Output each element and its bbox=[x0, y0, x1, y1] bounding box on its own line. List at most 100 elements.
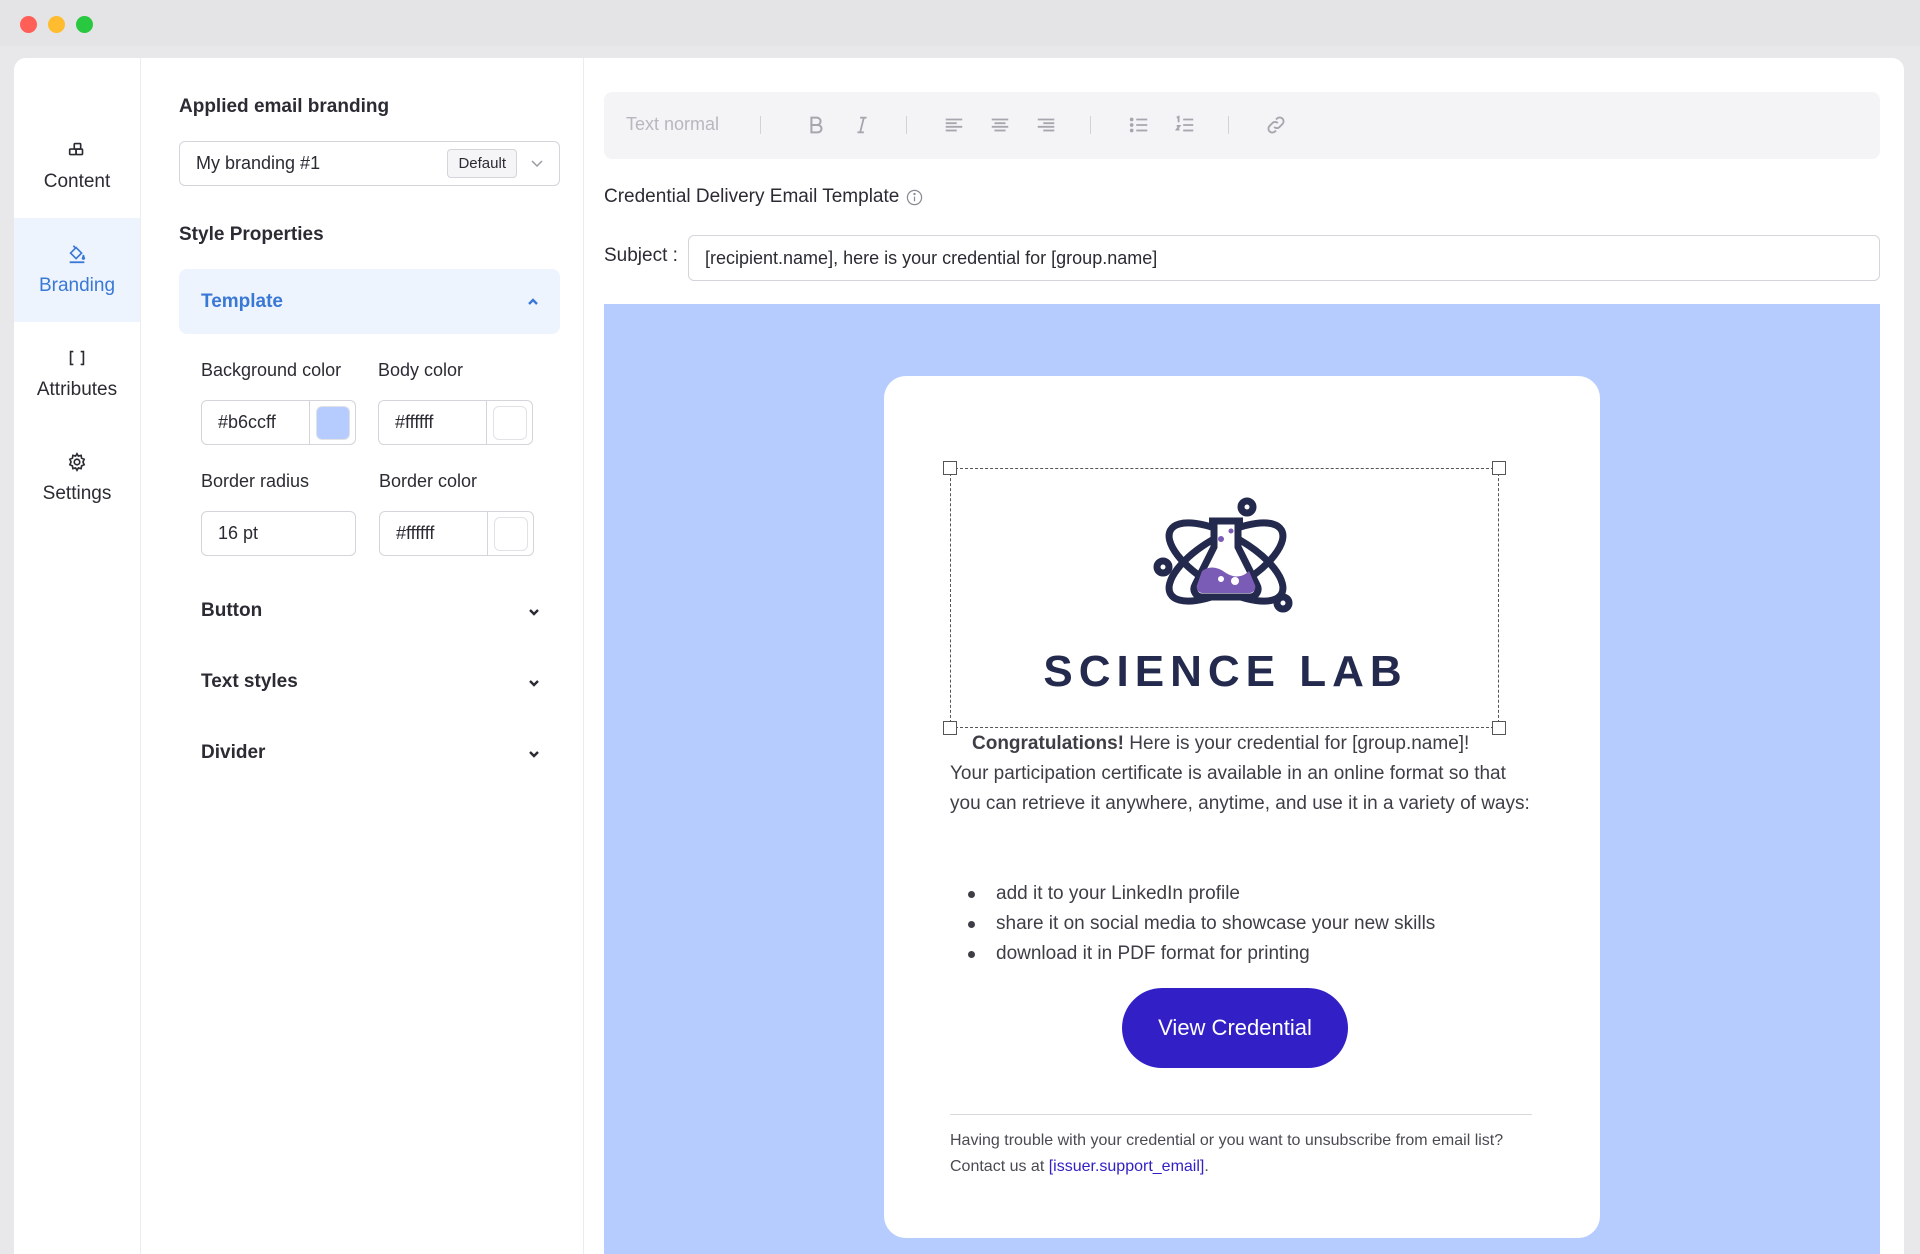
border-color-swatch bbox=[493, 516, 528, 551]
default-badge: Default bbox=[447, 149, 517, 178]
email-intro-text[interactable]: Congratulations! Here is your credential… bbox=[950, 729, 1540, 819]
email-body: SCIENCE LAB Congratulations! Here is you… bbox=[884, 376, 1600, 1238]
applied-branding-label: Applied email branding bbox=[179, 96, 390, 117]
blocks-icon bbox=[68, 142, 84, 156]
chevron-down-icon bbox=[529, 680, 539, 687]
brackets-icon bbox=[69, 350, 85, 366]
minimize-window-button[interactable] bbox=[48, 16, 65, 33]
numbered-list-button[interactable] bbox=[1172, 112, 1198, 138]
nav-label: Settings bbox=[42, 483, 112, 504]
border-color-value: #ffffff bbox=[396, 523, 435, 543]
support-email-link[interactable]: [issuer.support_email] bbox=[1049, 1158, 1205, 1175]
congrats-bold: Congratulations! bbox=[972, 733, 1124, 754]
subject-value: [recipient.name], here is your credentia… bbox=[705, 247, 1158, 268]
divider-section-toggle[interactable]: Divider bbox=[201, 738, 541, 768]
background-color-input[interactable]: #b6ccff bbox=[201, 400, 356, 445]
benefits-list[interactable]: add it to your LinkedIn profile share it… bbox=[950, 879, 1540, 969]
chevron-down-icon bbox=[529, 751, 539, 758]
align-right-button[interactable] bbox=[1033, 112, 1059, 138]
insert-link-button[interactable] bbox=[1263, 112, 1289, 138]
logo-image-block[interactable]: SCIENCE LAB bbox=[943, 461, 1506, 735]
body-color-input[interactable]: #ffffff bbox=[378, 400, 533, 445]
toolbar-separator bbox=[906, 116, 907, 134]
border-radius-input[interactable]: 16 pt bbox=[201, 511, 356, 556]
email-footer[interactable]: Having trouble with your credential or y… bbox=[950, 1128, 1540, 1180]
align-center-button[interactable] bbox=[987, 112, 1013, 138]
body-color-label: Body color bbox=[378, 360, 464, 380]
italic-icon bbox=[857, 116, 867, 134]
border-color-input[interactable]: #ffffff bbox=[379, 511, 534, 556]
subject-label: Subject : bbox=[604, 245, 678, 266]
branding-select[interactable]: My branding #1 Default bbox=[179, 141, 560, 186]
background-color-label: Background color bbox=[201, 360, 342, 380]
align-left-icon bbox=[945, 118, 963, 132]
border-color-label: Border color bbox=[379, 471, 478, 491]
align-center-icon bbox=[991, 118, 1009, 132]
numbered-list-icon bbox=[1174, 115, 1194, 132]
body-color-value: #ffffff bbox=[395, 412, 434, 432]
footer-text: Having trouble with your credential or y… bbox=[950, 1132, 1504, 1175]
formatting-toolbar: Text normal bbox=[604, 92, 1880, 159]
body-color-swatch bbox=[492, 405, 527, 440]
chevron-down-icon bbox=[529, 609, 539, 616]
intro-paragraph: Your participation certificate is availa… bbox=[950, 763, 1530, 814]
nav-item-attributes[interactable]: Attributes bbox=[14, 322, 140, 426]
border-radius-value: 16 pt bbox=[218, 523, 259, 543]
style-properties-label: Style Properties bbox=[179, 224, 324, 245]
style-panel: Applied email branding My branding #1 De… bbox=[141, 58, 584, 1254]
email-divider bbox=[950, 1114, 1532, 1115]
window-titlebar bbox=[0, 0, 1920, 46]
template-title: Credential Delivery Email Template bbox=[604, 186, 923, 208]
bullet-list-button[interactable] bbox=[1126, 112, 1152, 138]
italic-button[interactable] bbox=[849, 112, 875, 138]
text-styles-section-toggle[interactable]: Text styles bbox=[201, 667, 541, 697]
close-window-button[interactable] bbox=[20, 16, 37, 33]
logo-wordmark: SCIENCE LAB bbox=[1043, 647, 1408, 696]
background-color-picker[interactable] bbox=[309, 401, 355, 444]
align-left-button[interactable] bbox=[941, 112, 967, 138]
congrats-line: Congratulations! Here is your credential… bbox=[950, 729, 1540, 759]
section-label: Divider bbox=[201, 742, 266, 763]
text-style-dropdown[interactable]: Text normal bbox=[626, 114, 719, 135]
resize-handle-top-right[interactable] bbox=[1492, 461, 1506, 475]
toolbar-separator bbox=[1228, 116, 1229, 134]
body-color-picker[interactable] bbox=[486, 401, 532, 444]
list-item: download it in PDF format for printing bbox=[950, 939, 1540, 969]
border-color-picker[interactable] bbox=[487, 512, 533, 555]
nav-label: Content bbox=[43, 171, 111, 192]
email-preview-canvas: SCIENCE LAB Congratulations! Here is you… bbox=[604, 304, 1880, 1254]
nav-label: Branding bbox=[38, 275, 116, 296]
button-section-toggle[interactable]: Button bbox=[201, 596, 541, 626]
chevron-up-icon bbox=[528, 298, 538, 305]
congrats-rest: Here is your credential for [group.name]… bbox=[1124, 733, 1470, 754]
chevron-down-icon bbox=[531, 160, 543, 168]
subject-input[interactable]: [recipient.name], here is your credentia… bbox=[688, 235, 1880, 281]
template-section-toggle[interactable]: Template bbox=[179, 269, 560, 334]
list-item: share it on social media to showcase you… bbox=[950, 909, 1540, 939]
nav-item-settings[interactable]: Settings bbox=[14, 426, 140, 530]
nav-item-content[interactable]: Content bbox=[14, 114, 140, 218]
list-item: add it to your LinkedIn profile bbox=[950, 879, 1540, 909]
left-nav: Content Branding Attributes Settings bbox=[14, 58, 141, 1254]
nav-item-branding[interactable]: Branding bbox=[14, 218, 140, 322]
footer-end: . bbox=[1204, 1158, 1209, 1175]
align-right-icon bbox=[1037, 118, 1055, 132]
background-color-swatch bbox=[315, 405, 350, 440]
info-icon[interactable] bbox=[906, 189, 923, 206]
bullet-list-icon bbox=[1129, 117, 1148, 133]
template-title-text: Credential Delivery Email Template bbox=[604, 186, 900, 207]
zoom-window-button[interactable] bbox=[76, 16, 93, 33]
science-lab-atom-flask-icon bbox=[1153, 497, 1293, 613]
link-icon bbox=[1267, 116, 1285, 134]
paint-bucket-icon bbox=[69, 245, 86, 264]
view-credential-button[interactable]: View Credential bbox=[1122, 988, 1348, 1068]
section-label: Text styles bbox=[201, 671, 298, 692]
bold-button[interactable] bbox=[803, 112, 829, 138]
template-section-label: Template bbox=[201, 290, 284, 312]
background-color-value: #b6ccff bbox=[218, 412, 276, 432]
nav-label: Attributes bbox=[36, 379, 118, 400]
app-window: Content Branding Attributes Settings App… bbox=[14, 58, 1904, 1254]
gear-icon bbox=[68, 452, 86, 472]
resize-handle-top-left[interactable] bbox=[943, 461, 957, 475]
border-radius-label: Border radius bbox=[201, 471, 310, 491]
